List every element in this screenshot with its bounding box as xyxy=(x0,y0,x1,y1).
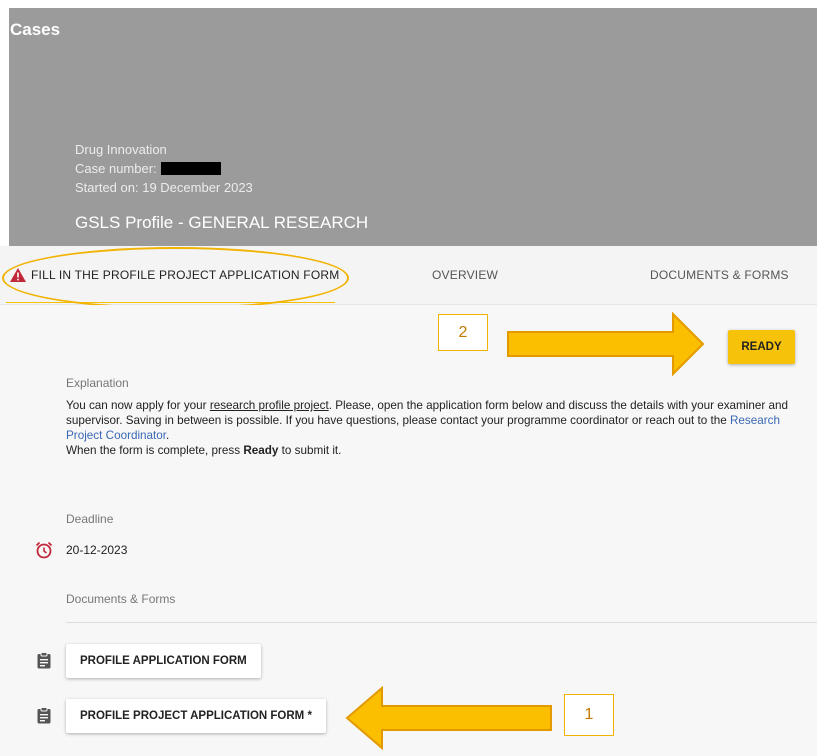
tab-documents-forms[interactable]: DOCUMENTS & FORMS xyxy=(650,246,789,304)
explanation-text-part: . xyxy=(166,429,170,442)
case-info: Drug Innovation Case number: Started on:… xyxy=(75,140,253,197)
alarm-clock-icon xyxy=(35,541,53,564)
ready-button[interactable]: READY xyxy=(728,330,795,364)
documents-forms-label: Documents & Forms xyxy=(66,592,176,606)
explanation-text-part: When the form is complete, press xyxy=(66,444,244,457)
case-number-row: Case number: xyxy=(75,159,253,178)
explanation-text-part: You can now apply for your xyxy=(66,399,210,412)
explanation-label: Explanation xyxy=(66,376,129,390)
case-number-label: Case number: xyxy=(75,161,157,176)
clipboard-icon xyxy=(37,652,51,674)
annotation-arrow-left xyxy=(345,686,552,750)
case-header: Cases Drug Innovation Case number: Start… xyxy=(9,8,817,246)
redacted-case-number xyxy=(160,162,221,175)
tab-overview[interactable]: OVERVIEW xyxy=(432,246,498,304)
profile-title: GSLS Profile - GENERAL RESEARCH xyxy=(75,213,369,232)
app-title: Cases xyxy=(10,20,61,39)
ready-emphasis: Ready xyxy=(243,444,279,457)
annotation-ellipse xyxy=(2,247,349,309)
tab-label: OVERVIEW xyxy=(432,268,499,282)
annotation-box-1: 1 xyxy=(564,694,614,736)
deadline-label: Deadline xyxy=(66,512,114,526)
profile-project-application-form-button[interactable]: PROFILE PROJECT APPLICATION FORM * xyxy=(66,699,326,733)
profile-application-form-button[interactable]: PROFILE APPLICATION FORM xyxy=(66,644,261,678)
tab-label: DOCUMENTS & FORMS xyxy=(650,268,789,282)
annotation-box-2: 2 xyxy=(438,314,488,351)
case-type: Drug Innovation xyxy=(75,142,167,157)
deadline-value: 20-12-2023 xyxy=(66,543,128,557)
annotation-arrow-right xyxy=(507,312,705,376)
explanation-text: You can now apply for your research prof… xyxy=(66,398,801,458)
explanation-text-part: to submit it. xyxy=(278,444,342,457)
research-profile-project-link[interactable]: research profile project xyxy=(210,399,329,412)
divider xyxy=(66,622,817,623)
clipboard-icon xyxy=(37,707,51,729)
started-on: Started on: 19 December 2023 xyxy=(75,180,253,195)
